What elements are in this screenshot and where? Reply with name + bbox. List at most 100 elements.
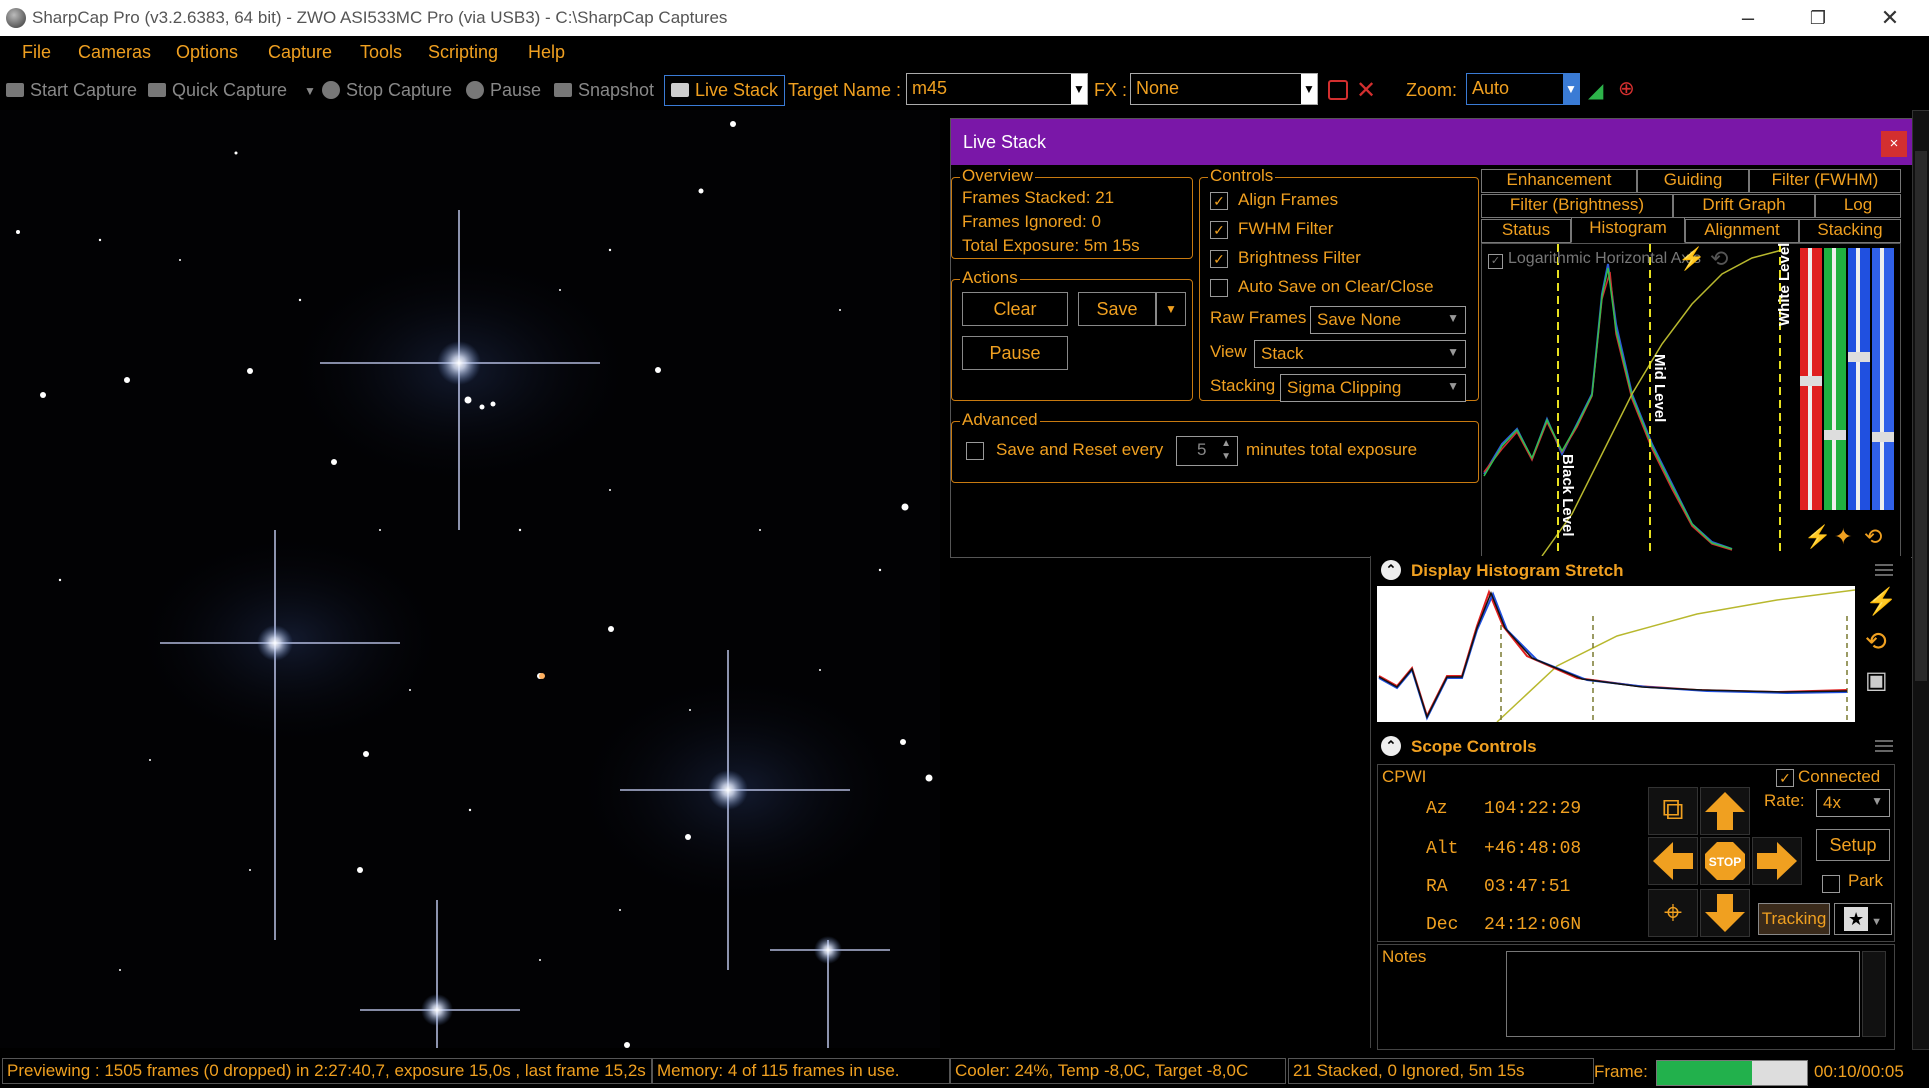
lightning-icon[interactable]: ⚡ — [1865, 586, 1897, 617]
lightning-icon[interactable]: ⚡ — [1804, 524, 1831, 550]
move-west-button[interactable] — [1648, 837, 1698, 885]
stacking-select[interactable]: Sigma Clipping ▼ — [1280, 374, 1466, 402]
pause-button[interactable]: Pause — [466, 80, 541, 101]
live-stack-titlebar[interactable]: Live Stack × — [951, 119, 1913, 165]
tab-guiding[interactable]: Guiding — [1637, 169, 1749, 193]
reset-icon[interactable]: ⟲ — [1864, 524, 1882, 550]
move-north-button[interactable] — [1700, 787, 1750, 835]
tracking-button[interactable]: Tracking — [1758, 903, 1830, 935]
close-window-icon[interactable]: ✕ — [1870, 4, 1910, 32]
main-scrollbar[interactable] — [1912, 110, 1929, 1050]
camera-preview-image[interactable] — [0, 110, 940, 1048]
quick-capture-dropdown-icon[interactable]: ▼ — [304, 84, 316, 98]
menu-icon[interactable] — [1875, 564, 1893, 566]
goto-icon[interactable]: ⧉ — [1648, 787, 1698, 835]
restore-icon[interactable]: ❐ — [1798, 4, 1838, 32]
snapshot-icon — [554, 83, 572, 97]
menu-file[interactable]: File — [22, 42, 51, 63]
tracking-mode-select[interactable]: ★ ▼ — [1834, 903, 1892, 935]
save-reset-label: Save and Reset every — [996, 440, 1164, 459]
save-reset-checkbox[interactable] — [966, 442, 984, 460]
tab-enhancement[interactable]: Enhancement — [1481, 169, 1637, 193]
camera-icon — [148, 83, 166, 97]
view-select[interactable]: Stack ▼ — [1254, 340, 1466, 368]
move-east-button[interactable] — [1752, 837, 1802, 885]
menu-icon[interactable] — [1875, 740, 1893, 742]
chevron-down-icon[interactable]: ▼ — [1301, 74, 1317, 104]
raw-frames-select[interactable]: Save None ▼ — [1310, 306, 1466, 334]
reset-icon[interactable]: ⟲ — [1710, 246, 1728, 272]
display-histogram-graph[interactable] — [1377, 586, 1856, 723]
menu-capture[interactable]: Capture — [268, 42, 332, 63]
park-checkbox[interactable] — [1822, 875, 1840, 893]
tab-log[interactable]: Log — [1815, 194, 1901, 218]
stop-label: STOP — [1709, 855, 1741, 869]
clear-button[interactable]: Clear — [962, 292, 1068, 326]
pause-stack-button[interactable]: Pause — [962, 336, 1068, 370]
rate-value: 4x — [1823, 793, 1841, 812]
quick-capture-button[interactable]: Quick Capture — [148, 80, 287, 101]
scope-controls-header[interactable]: ⌃ Scope Controls — [1377, 732, 1901, 762]
chevron-down-icon[interactable]: ▼ — [1563, 74, 1579, 104]
menu-scripting[interactable]: Scripting — [428, 42, 498, 63]
crosshair-icon[interactable]: ⌖ — [1648, 889, 1698, 937]
notes-textarea[interactable] — [1506, 951, 1860, 1037]
move-south-button[interactable] — [1700, 889, 1750, 937]
log-axis-checkbox[interactable]: ✓ — [1488, 254, 1503, 269]
minutes-stepper[interactable]: 5 ▲ ▼ — [1176, 436, 1238, 466]
collapse-icon[interactable]: ⌃ — [1381, 560, 1401, 580]
rgb-level-sliders[interactable] — [1798, 248, 1898, 510]
rate-select[interactable]: 4x ▼ — [1816, 789, 1890, 817]
chevron-down-icon[interactable]: ▼ — [1071, 74, 1087, 104]
zoom-combo[interactable]: Auto ▼ — [1466, 73, 1580, 105]
menu-tools[interactable]: Tools — [360, 42, 402, 63]
minimize-icon[interactable]: – — [1728, 4, 1768, 32]
red-box-icon[interactable] — [1328, 80, 1348, 100]
fx-combo[interactable]: None ▼ — [1130, 73, 1318, 105]
stepper-arrows-icon[interactable]: ▲ ▼ — [1221, 437, 1231, 463]
tab-status[interactable]: Status — [1481, 219, 1571, 243]
red-cross-icon[interactable]: ✕ — [1356, 76, 1376, 105]
slider-thumb[interactable] — [1800, 376, 1822, 386]
notes-scrollbar[interactable] — [1862, 951, 1886, 1037]
save-icon[interactable]: ▣ — [1865, 666, 1888, 695]
collapse-icon[interactable]: ⌃ — [1381, 736, 1401, 756]
star-icon[interactable]: ✦ — [1834, 524, 1852, 550]
tab-filter-fwhm[interactable]: Filter (FWHM) — [1749, 169, 1901, 193]
stop-button[interactable]: STOP — [1700, 837, 1750, 885]
close-icon[interactable]: × — [1881, 131, 1907, 157]
snapshot-button[interactable]: Snapshot — [554, 80, 654, 101]
stop-capture-button[interactable]: Stop Capture — [322, 80, 452, 101]
slider-thumb[interactable] — [1872, 432, 1894, 442]
tab-alignment[interactable]: Alignment — [1685, 219, 1799, 243]
setup-button[interactable]: Setup — [1816, 829, 1890, 861]
menu-options[interactable]: Options — [176, 42, 238, 63]
display-histogram-header[interactable]: ⌃ Display Histogram Stretch — [1377, 556, 1901, 586]
slider-thumb[interactable] — [1848, 352, 1870, 362]
connected-checkbox[interactable]: ✓ — [1776, 769, 1794, 787]
save-dropdown-icon[interactable]: ▼ — [1156, 292, 1186, 326]
menu-cameras[interactable]: Cameras — [78, 42, 151, 63]
lightning-icon[interactable]: ⚡ — [1678, 246, 1705, 272]
tab-drift-graph[interactable]: Drift Graph — [1673, 194, 1815, 218]
fwhm-filter-checkbox[interactable]: ✓ — [1210, 221, 1228, 239]
zoom-search-icon[interactable]: ⊕ — [1618, 76, 1635, 101]
save-button[interactable]: Save — [1078, 292, 1156, 326]
histogram-icon[interactable]: ◢ — [1588, 78, 1603, 103]
brightness-filter-checkbox[interactable]: ✓ — [1210, 250, 1228, 268]
target-name-combo[interactable]: m45 ▼ — [906, 73, 1088, 105]
tab-stacking[interactable]: Stacking — [1799, 219, 1901, 243]
live-stack-button[interactable]: Live Stack — [664, 75, 786, 106]
start-capture-button[interactable]: Start Capture — [6, 80, 137, 101]
align-frames-checkbox[interactable]: ✓ — [1210, 192, 1228, 210]
alt-label: Alt — [1426, 839, 1459, 859]
park-label: Park — [1848, 871, 1883, 890]
scrollbar-thumb[interactable] — [1915, 151, 1927, 681]
reset-icon[interactable]: ⟲ — [1865, 626, 1887, 657]
menu-help[interactable]: Help — [528, 42, 565, 63]
histogram-panel: ✓ Logarithmic Horizontal Axis ⚡ ⟲ Black … — [1481, 243, 1901, 557]
tab-histogram[interactable]: Histogram — [1571, 217, 1685, 243]
tab-filter-brightness[interactable]: Filter (Brightness) — [1481, 194, 1673, 218]
auto-save-checkbox[interactable] — [1210, 279, 1228, 297]
slider-thumb[interactable] — [1824, 430, 1846, 440]
